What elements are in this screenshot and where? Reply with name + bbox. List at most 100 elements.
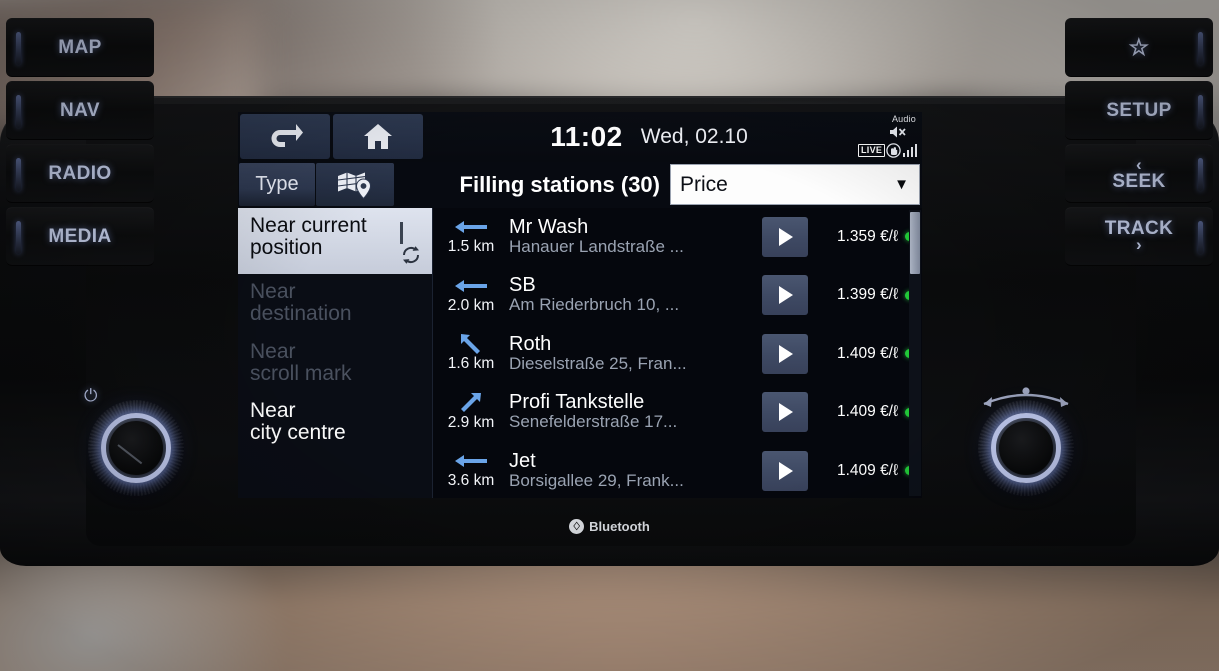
sidebar-item-near-scroll-mark[interactable]: Near scroll mark — [238, 334, 432, 394]
sidebar-item-line1: Near — [250, 339, 296, 363]
direction-cell: 1.6 km — [433, 334, 509, 373]
navigate-button[interactable] — [762, 275, 808, 316]
poi-name: Profi Tankstelle — [509, 392, 645, 414]
fuel-price: 1.409 €/ℓ — [836, 344, 898, 362]
sidebar-item-line2: position — [250, 236, 323, 260]
clock-date: Wed, 02.10 — [640, 125, 748, 148]
play-icon — [778, 286, 793, 305]
sidebar-item-line1: Near — [250, 399, 296, 422]
left-hardkey-column: MAP NAV RADIO MEDIA — [6, 18, 154, 270]
poi-address: Am Riederbruch 10, ... — [509, 296, 680, 315]
table-row[interactable]: 1.6 km Roth Dieselstraße 25, Fran... 1.4… — [433, 325, 922, 384]
tab-map-view[interactable] — [316, 163, 394, 206]
poi-text-cell: Profi Tankstelle Senefelderstraße 17... — [509, 392, 762, 432]
bluetooth-label: Bluetooth — [589, 518, 650, 534]
hardkey-nav[interactable]: NAV — [6, 81, 154, 140]
poi-name: Jet — [509, 450, 536, 472]
navigate-button[interactable] — [762, 333, 808, 374]
play-icon — [778, 344, 793, 363]
live-badge: LIVE — [858, 144, 886, 157]
list-scrollbar[interactable] — [909, 210, 921, 496]
hardkey-map[interactable]: MAP — [6, 18, 154, 77]
distance-value: 2.0 km — [447, 296, 495, 314]
poi-name: SB — [509, 275, 536, 297]
play-icon — [778, 227, 793, 246]
power-volume-knob[interactable]: ⏻ — [84, 386, 184, 496]
knob-face — [109, 421, 163, 475]
clock-area: 11:02 Wed, 02.10 — [424, 112, 922, 162]
navigate-button[interactable] — [762, 392, 808, 433]
direction-cell: 2.9 km — [433, 392, 509, 432]
arrow-west-icon — [454, 276, 488, 296]
poi-text-cell: Mr Wash Hanauer Landstraße ... — [509, 217, 762, 257]
play-icon — [778, 461, 793, 480]
distance-value: 1.6 km — [447, 355, 495, 373]
hardkey-radio-label: RADIO — [48, 162, 112, 184]
price-cell: 1.409 €/ℓ — [822, 462, 922, 480]
hardkey-favorites[interactable]: ☆ — [1065, 18, 1213, 77]
sidebar-item-near-destination[interactable]: Near destination — [238, 274, 432, 334]
right-hardkey-column: ☆ SETUP ‹ SEEK TRACK › — [1065, 18, 1213, 270]
sort-dropdown[interactable]: Price ▼ — [670, 164, 920, 205]
distance-value: 2.9 km — [447, 413, 495, 431]
home-icon — [364, 124, 392, 149]
hardkey-radio[interactable]: RADIO — [6, 144, 154, 203]
fuel-price: 1.409 €/ℓ — [836, 403, 898, 421]
hardkey-seek-label: SEEK — [1112, 170, 1166, 192]
bluetooth-badge: ♢ Bluetooth — [569, 518, 650, 534]
hardkey-media[interactable]: MEDIA — [6, 207, 154, 266]
table-row[interactable]: 1.5 km Mr Wash Hanauer Landstraße ... 1.… — [433, 208, 922, 267]
fuel-price: 1.409 €/ℓ — [836, 461, 898, 479]
sidebar-item-near-current-position[interactable]: Near current position — [238, 208, 432, 274]
back-button[interactable] — [240, 114, 330, 159]
tab-type[interactable]: Type — [239, 163, 315, 206]
map-pin-icon — [337, 172, 372, 199]
star-icon: ☆ — [1128, 34, 1150, 60]
hardkey-track[interactable]: TRACK › — [1065, 207, 1213, 266]
knob-face — [999, 421, 1053, 475]
home-button[interactable] — [333, 114, 423, 159]
table-row[interactable]: 2.0 km SB Am Riederbruch 10, ... 1.399 €… — [433, 267, 922, 326]
hardkey-map-label: MAP — [58, 36, 102, 58]
navigate-button[interactable] — [762, 450, 808, 491]
title-bar: Type Filling stations (30) Price ▼ — [238, 162, 922, 208]
navigate-button[interactable] — [762, 216, 808, 257]
hardkey-media-label: MEDIA — [48, 225, 112, 247]
tune-knob[interactable] — [978, 387, 1074, 496]
poi-text-cell: Jet Borsigallee 29, Frank... — [509, 451, 762, 491]
infotainment-scene: MAP NAV RADIO MEDIA ☆ SETUP ‹ SEEK TRACK — [0, 0, 1219, 671]
poi-address: Borsigallee 29, Frank... — [509, 471, 684, 490]
arrow-west-icon — [454, 451, 488, 471]
tab-type-label: Type — [255, 173, 299, 195]
sidebar-item-line2: scroll mark — [250, 361, 352, 385]
bluetooth-plate: ♢ Bluetooth — [0, 500, 1219, 552]
poi-address: Dieselstraße 25, Fran... — [509, 354, 687, 373]
scrollbar-thumb[interactable] — [910, 212, 920, 274]
divider — [400, 222, 403, 244]
sidebar-item-line1: Near — [250, 280, 296, 303]
audio-label: Audio — [891, 114, 916, 124]
status-bar: 11:02 Wed, 02.10 Audio LIVE — [238, 112, 922, 162]
back-arrow-icon — [271, 123, 303, 147]
price-cell: 1.399 €/ℓ — [822, 286, 922, 304]
hardkey-setup[interactable]: SETUP — [1065, 81, 1213, 140]
table-row[interactable]: 3.6 km Jet Borsigallee 29, Frank... 1.40… — [433, 442, 922, 498]
refresh-control[interactable] — [400, 222, 422, 271]
price-cell: 1.409 €/ℓ — [822, 345, 922, 363]
fuel-price: 1.399 €/ℓ — [836, 286, 898, 304]
price-cell: 1.409 €/ℓ — [822, 403, 922, 421]
sidebar-item-near-city-centre[interactable]: Near city centre — [238, 393, 432, 453]
poi-name: Roth — [509, 333, 552, 355]
poi-text-cell: SB Am Riederbruch 10, ... — [509, 275, 762, 315]
chevron-down-icon: ▼ — [894, 176, 909, 193]
poi-text-cell: Roth Dieselstraße 25, Fran... — [509, 334, 762, 374]
hardkey-seek[interactable]: ‹ SEEK — [1065, 144, 1213, 203]
sidebar-item-line2: city centre — [250, 421, 346, 445]
clock-time: 11:02 — [550, 121, 623, 152]
poi-address: Senefelderstraße 17... — [509, 413, 678, 432]
refresh-icon — [402, 246, 420, 264]
sidebar-item-line2: destination — [250, 302, 352, 326]
table-row[interactable]: 2.9 km Profi Tankstelle Senefelderstraße… — [433, 384, 922, 443]
arrow-west-icon — [454, 217, 488, 237]
direction-cell: 3.6 km — [433, 451, 509, 490]
